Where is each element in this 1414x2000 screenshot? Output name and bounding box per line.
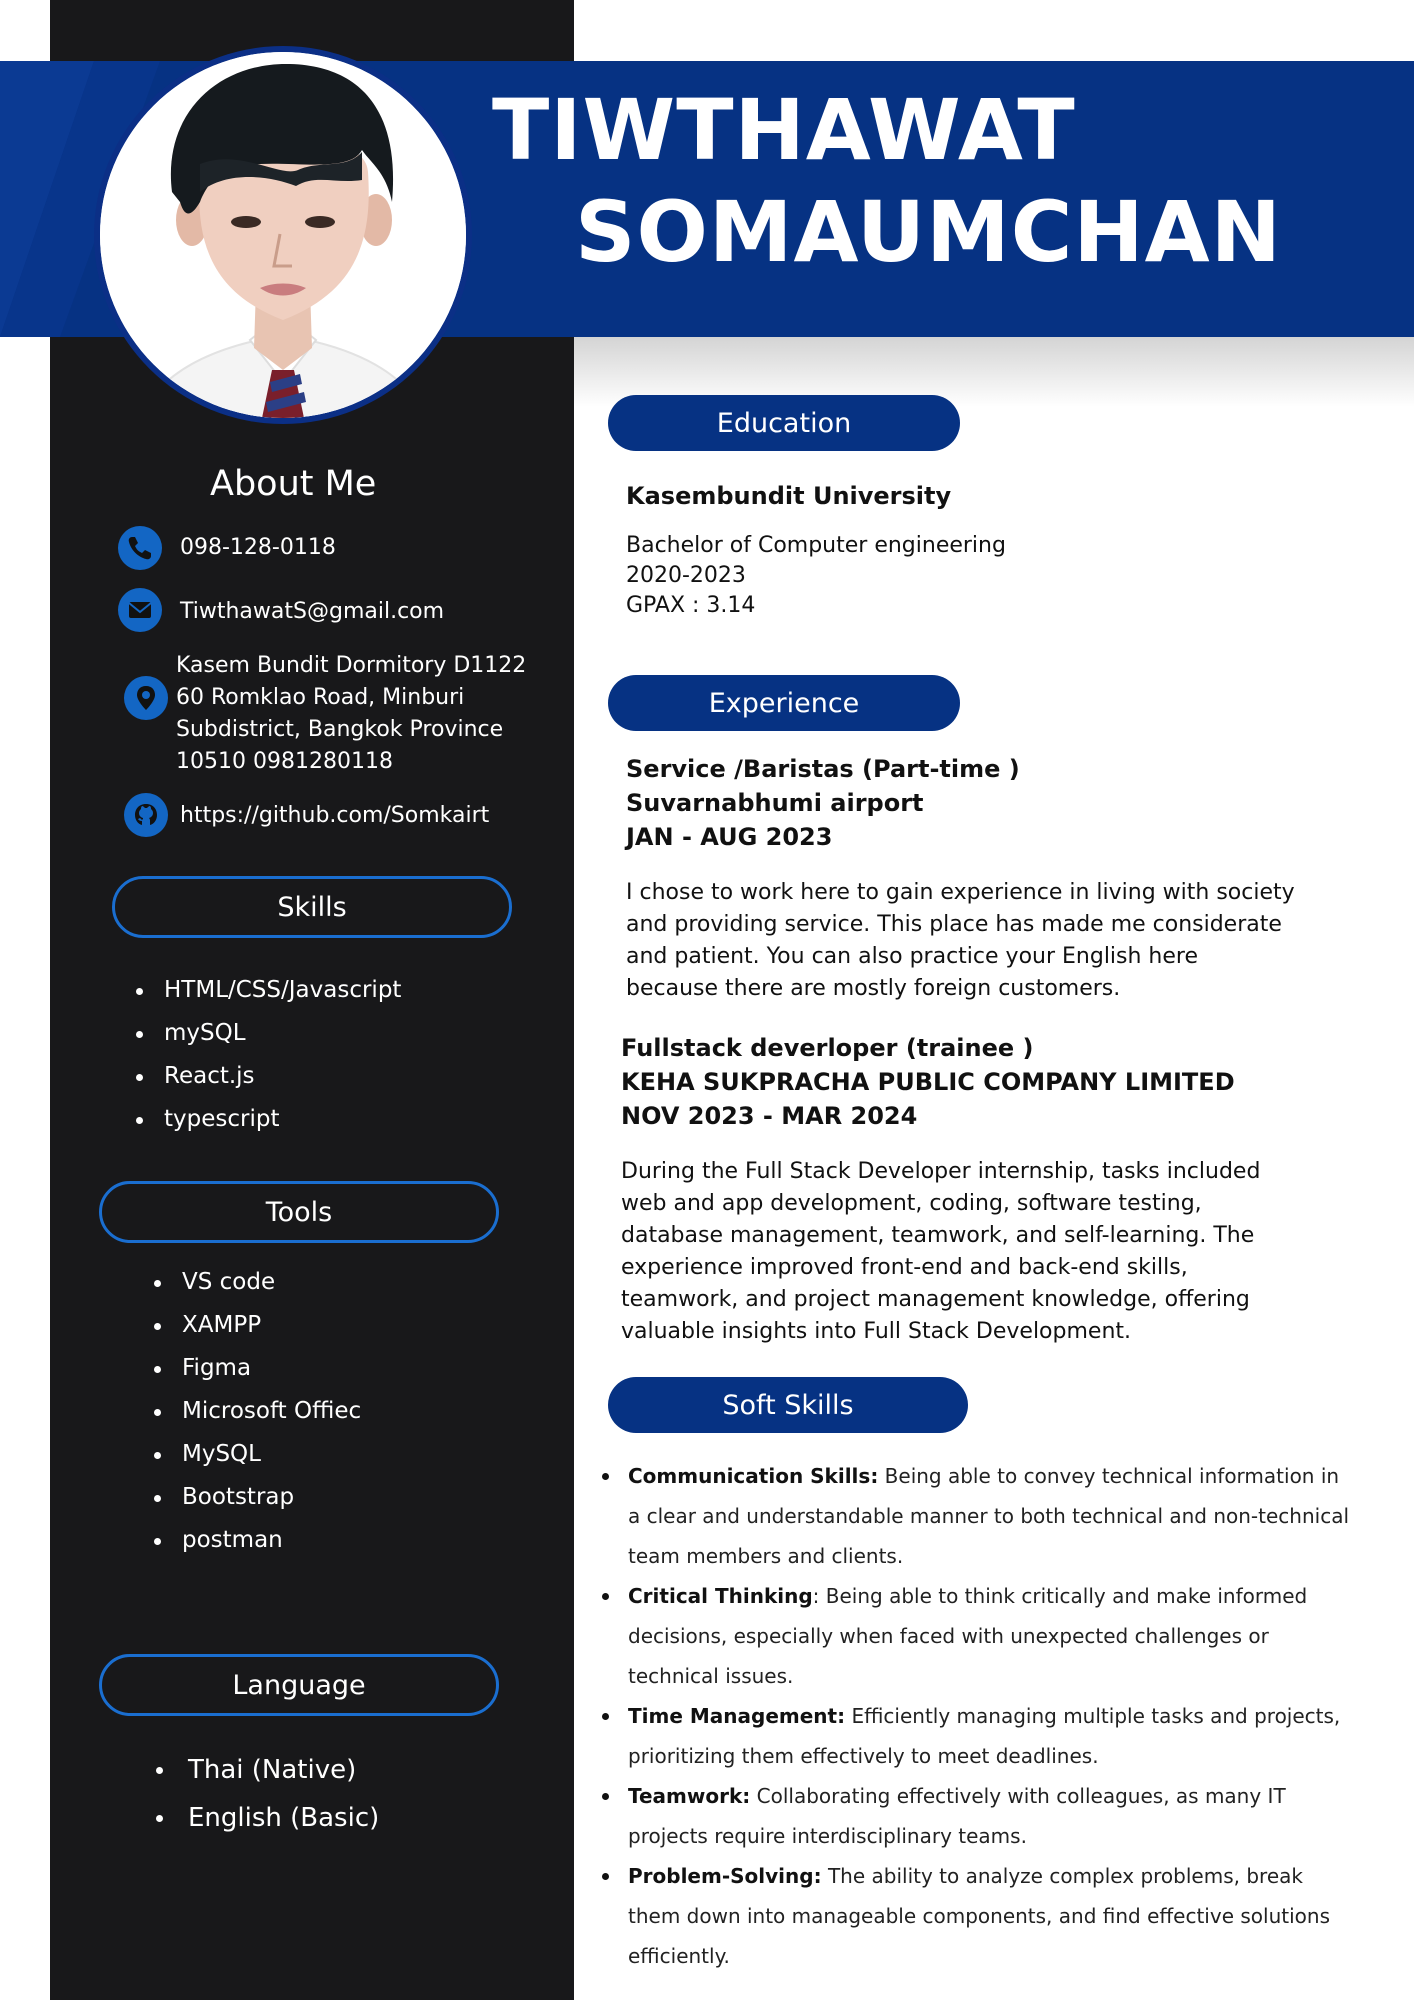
- email-address[interactable]: TiwthawatS@gmail.com: [180, 596, 444, 628]
- mail-icon: [118, 588, 162, 632]
- job-role: Service /Baristas (Part-time ): [626, 755, 1020, 783]
- language-heading: Language: [99, 1654, 499, 1716]
- tool-item: Bootstrap: [154, 1476, 361, 1519]
- job-period: JAN - AUG 2023: [626, 823, 833, 851]
- github-icon: [124, 793, 168, 837]
- soft-skill-item: Problem-Solving: The ability to analyze …: [600, 1856, 1350, 1976]
- job-company: KEHA SUKPRACHA PUBLIC COMPANY LIMITED: [621, 1068, 1235, 1096]
- tool-item: XAMPP: [154, 1304, 361, 1347]
- tool-item: VS code: [154, 1261, 361, 1304]
- name-first: TIWTHAWAT: [492, 81, 1076, 179]
- gpax: GPAX : 3.14: [626, 593, 756, 618]
- soft-skill-label: Problem-Solving:: [628, 1864, 822, 1888]
- language-item: Thai (Native): [156, 1746, 379, 1794]
- education-heading: Education: [608, 395, 960, 451]
- portrait-illustration: [100, 52, 466, 418]
- job-description-line: database management, teamwork, and self-…: [621, 1223, 1255, 1248]
- degree: Bachelor of Computer engineering: [626, 533, 1006, 558]
- language-list: Thai (Native) English (Basic): [156, 1746, 379, 1842]
- language-item: English (Basic): [156, 1794, 379, 1842]
- soft-skills-list: Communication Skills: Being able to conv…: [600, 1456, 1350, 1976]
- skill-item: typescript: [136, 1098, 401, 1141]
- job-role: Fullstack deverloper (trainee ): [621, 1034, 1034, 1062]
- job-description-line: because there are mostly foreign custome…: [626, 976, 1121, 1001]
- phone-icon: [118, 526, 162, 570]
- github-link[interactable]: https://github.com/Somkairt: [180, 800, 489, 832]
- job-description-line: experience improved front-end and back-e…: [621, 1255, 1188, 1280]
- experience-heading: Experience: [608, 675, 960, 731]
- job-description-line: I chose to work here to gain experience …: [626, 880, 1295, 905]
- skill-item: mySQL: [136, 1012, 401, 1055]
- education-years: 2020-2023: [626, 563, 746, 588]
- profile-photo-frame: [94, 46, 472, 424]
- job-company: Suvarnabhumi airport: [626, 789, 924, 817]
- job-description-line: teamwork, and project management knowled…: [621, 1287, 1250, 1312]
- about-title: About Me: [210, 464, 377, 504]
- job-description-line: web and app development, coding, softwar…: [621, 1191, 1202, 1216]
- portrait-photo: [100, 52, 466, 418]
- address-line: Subdistrict, Bangkok Province: [176, 717, 504, 742]
- address-line: 10510 0981280118: [176, 749, 393, 774]
- tool-item: postman: [154, 1519, 361, 1562]
- job-description-line: and providing service. This place has ma…: [626, 912, 1282, 937]
- job-description-line: valuable insights into Full Stack Develo…: [621, 1319, 1132, 1344]
- soft-skill-item: Teamwork: Collaborating effectively with…: [600, 1776, 1350, 1856]
- soft-skills-heading: Soft Skills: [608, 1377, 968, 1433]
- soft-skill-label: Communication Skills:: [628, 1464, 879, 1488]
- soft-skill-item: Communication Skills: Being able to conv…: [600, 1456, 1350, 1576]
- location-pin-icon: [124, 676, 168, 720]
- job-description-line: and patient. You can also practice your …: [626, 944, 1199, 969]
- soft-skill-item: Critical Thinking: Being able to think c…: [600, 1576, 1350, 1696]
- tools-list: VS code XAMPP Figma Microsoft Offiec MyS…: [154, 1261, 361, 1562]
- skill-item: React.js: [136, 1055, 401, 1098]
- tool-item: MySQL: [154, 1433, 361, 1476]
- address-line: Kasem Bundit Dormitory D1122: [176, 653, 527, 678]
- soft-skill-label: Critical Thinking: [628, 1584, 813, 1608]
- skills-list: HTML/CSS/Javascript mySQL React.js types…: [136, 969, 401, 1141]
- soft-skill-label: Teamwork:: [628, 1784, 751, 1808]
- skills-heading: Skills: [112, 876, 512, 938]
- soft-skill-item: Time Management: Efficiently managing mu…: [600, 1696, 1350, 1776]
- school-name: Kasembundit University: [626, 482, 952, 510]
- tool-item: Microsoft Offiec: [154, 1390, 361, 1433]
- skill-item: HTML/CSS/Javascript: [136, 969, 401, 1012]
- job-period: NOV 2023 - MAR 2024: [621, 1102, 918, 1130]
- name-last: SOMAUMCHAN: [575, 183, 1282, 281]
- tools-heading: Tools: [99, 1181, 499, 1243]
- tool-item: Figma: [154, 1347, 361, 1390]
- job-description-line: During the Full Stack Developer internsh…: [621, 1159, 1261, 1184]
- phone-number[interactable]: 098-128-0118: [180, 532, 336, 564]
- soft-skill-label: Time Management:: [628, 1704, 846, 1728]
- address-line: 60 Romklao Road, Minburi: [176, 685, 465, 710]
